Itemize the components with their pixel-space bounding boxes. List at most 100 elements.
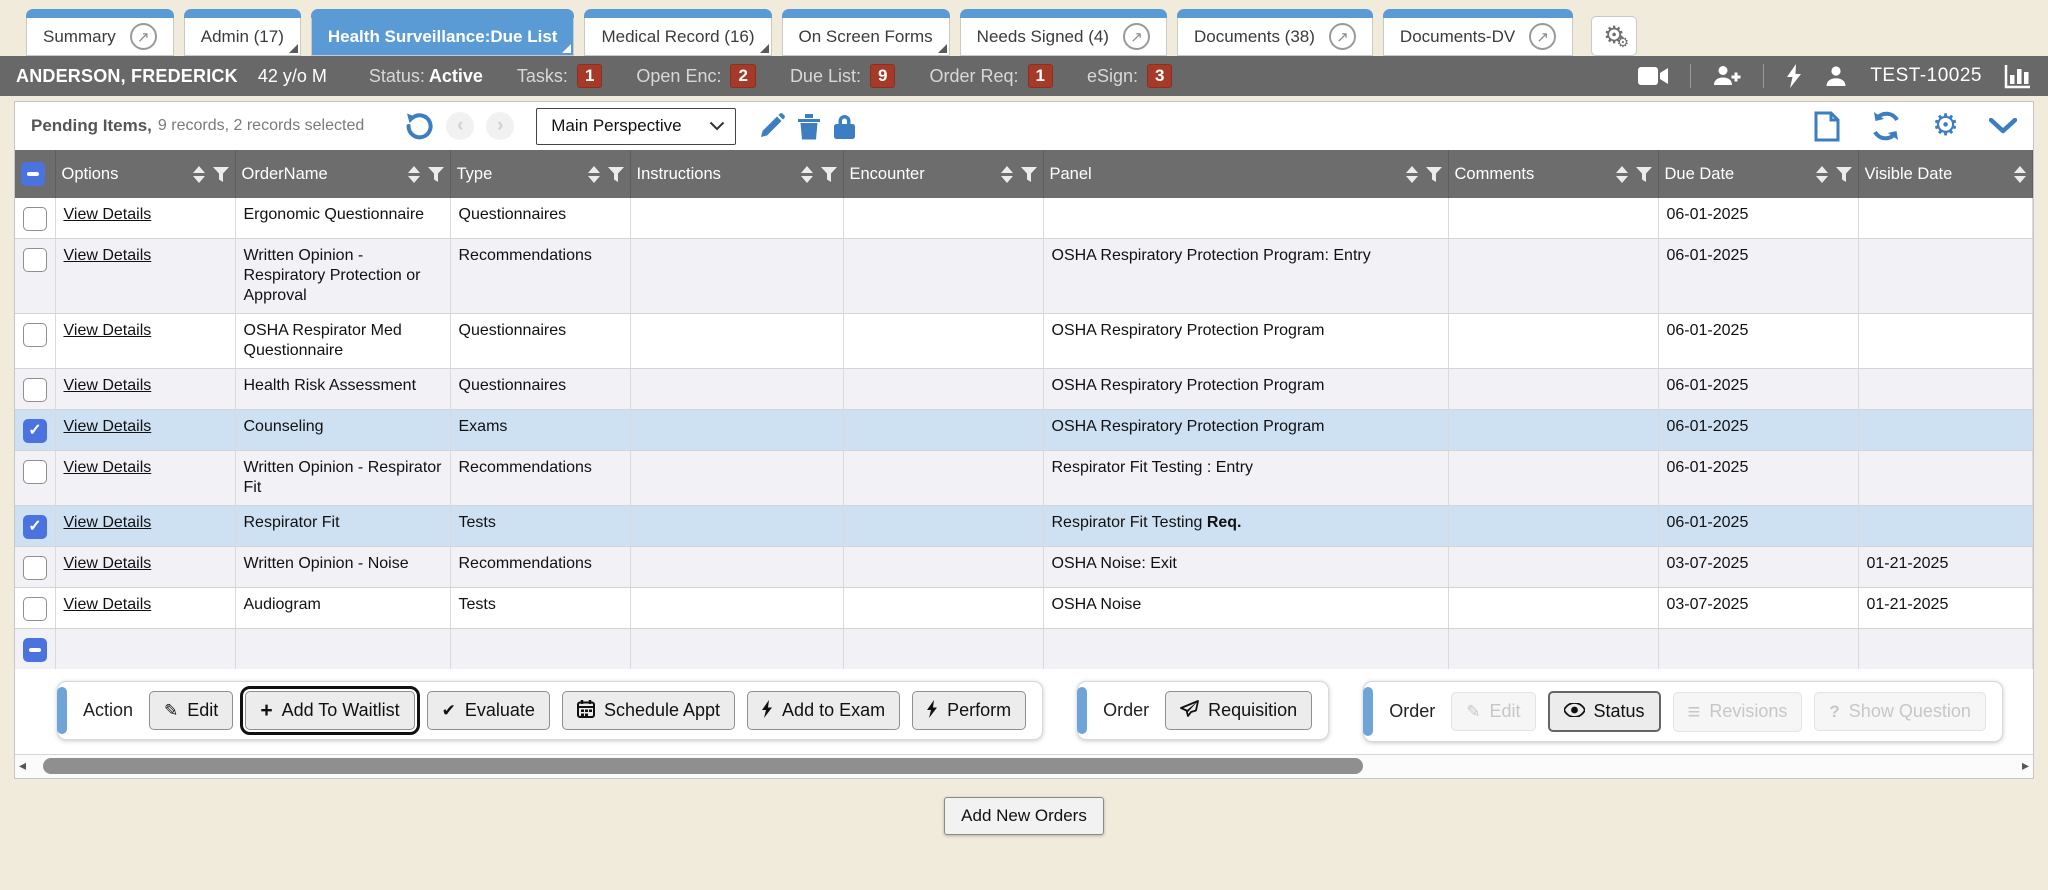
order-edit-button[interactable]: ✎ Edit: [1451, 692, 1535, 731]
schedule-appt-button[interactable]: Schedule Appt: [562, 691, 735, 730]
view-details-link[interactable]: View Details: [64, 514, 152, 531]
row-checkbox[interactable]: [23, 378, 47, 402]
show-question-button[interactable]: ? Show Question: [1814, 692, 1985, 731]
popout-icon[interactable]: ↗: [1529, 23, 1556, 50]
row-checkbox[interactable]: [23, 460, 47, 484]
scrollbar-thumb[interactable]: [43, 758, 1363, 774]
status-button[interactable]: Status: [1548, 691, 1661, 732]
select-all-checkbox-bottom[interactable]: [23, 638, 47, 662]
prev-perspective-icon[interactable]: ‹: [446, 112, 474, 140]
chart-icon[interactable]: [2004, 63, 2032, 89]
cell-encounter: [843, 588, 1043, 629]
divider: [1690, 64, 1691, 88]
edit-perspective-icon[interactable]: [758, 113, 785, 140]
tasks-badge[interactable]: 1: [577, 64, 602, 88]
edit-button[interactable]: ✎ Edit: [149, 691, 233, 730]
tab-on-screen-forms[interactable]: On Screen Forms: [782, 9, 950, 56]
row-checkbox[interactable]: [23, 419, 47, 443]
tab-corner-menu-icon[interactable]: [289, 44, 298, 53]
collapse-chevron-icon[interactable]: [1989, 118, 2017, 134]
tab-documents[interactable]: Documents (38) ↗: [1177, 9, 1373, 56]
sort-icon[interactable]: [588, 166, 600, 183]
row-checkbox[interactable]: [23, 207, 47, 231]
filter-icon[interactable]: [1021, 167, 1037, 182]
requisition-button[interactable]: Requisition: [1165, 691, 1312, 730]
filter-icon[interactable]: [1426, 167, 1442, 182]
sort-icon[interactable]: [1816, 166, 1828, 183]
grid-settings-gear-icon[interactable]: ⚙: [1932, 111, 1959, 141]
tab-documents-dv[interactable]: Documents-DV ↗: [1383, 9, 1573, 56]
tab-corner-menu-icon[interactable]: [760, 44, 769, 53]
table-row: View Details Audiogram Tests OSHA Noise …: [15, 588, 2033, 629]
filter-icon[interactable]: [1836, 167, 1852, 182]
tab-admin[interactable]: Admin (17): [184, 9, 301, 56]
row-checkbox[interactable]: [23, 556, 47, 580]
add-to-waitlist-button[interactable]: + Add To Waitlist: [245, 691, 414, 730]
cell-comments: [1448, 314, 1658, 369]
scroll-right-icon[interactable]: ▸: [2022, 757, 2029, 774]
filter-icon[interactable]: [213, 167, 229, 182]
perform-button[interactable]: Perform: [912, 691, 1026, 730]
add-new-orders-button[interactable]: Add New Orders: [944, 797, 1104, 835]
row-checkbox[interactable]: [23, 248, 47, 272]
view-details-link[interactable]: View Details: [64, 206, 152, 223]
revisions-button[interactable]: ≡ Revisions: [1673, 692, 1803, 732]
order-req-badge[interactable]: 1: [1028, 64, 1053, 88]
sort-icon[interactable]: [1406, 166, 1418, 183]
select-all-checkbox[interactable]: [21, 162, 45, 186]
popout-icon[interactable]: ↗: [1123, 23, 1150, 50]
user-icon[interactable]: [1824, 64, 1848, 88]
row-checkbox[interactable]: [23, 323, 47, 347]
scroll-left-icon[interactable]: ◂: [19, 757, 26, 774]
cell-encounter: [843, 451, 1043, 506]
sort-icon[interactable]: [801, 166, 813, 183]
popout-icon[interactable]: ↗: [1329, 23, 1356, 50]
popout-icon[interactable]: ↗: [130, 23, 157, 50]
lock-icon[interactable]: [833, 113, 856, 140]
due-list-badge[interactable]: 9: [870, 64, 895, 88]
filter-icon[interactable]: [608, 167, 624, 182]
add-to-exam-button[interactable]: Add to Exam: [747, 691, 900, 730]
view-details-link[interactable]: View Details: [64, 596, 152, 613]
tab-settings-button[interactable]: ⚙ ⚙: [1591, 16, 1637, 56]
cell-panel: OSHA Noise: Exit: [1043, 547, 1448, 588]
horizontal-scrollbar[interactable]: ◂ ▸: [15, 754, 2033, 778]
perspective-select[interactable]: Main Perspective: [536, 108, 736, 145]
open-enc-badge[interactable]: 2: [730, 64, 755, 88]
sort-icon[interactable]: [1001, 166, 1013, 183]
undo-icon[interactable]: [404, 111, 434, 141]
sort-icon[interactable]: [193, 166, 205, 183]
view-details-link[interactable]: View Details: [64, 418, 152, 435]
quick-action-bolt-icon[interactable]: [1786, 64, 1802, 88]
video-call-icon[interactable]: [1638, 65, 1668, 87]
tab-summary[interactable]: Summary ↗: [26, 9, 174, 56]
new-document-icon[interactable]: [1814, 111, 1840, 142]
refresh-icon[interactable]: [1870, 111, 1902, 141]
esign-badge[interactable]: 3: [1147, 64, 1172, 88]
tab-corner-menu-icon[interactable]: [562, 44, 571, 53]
evaluate-button[interactable]: ✔ Evaluate: [427, 691, 550, 730]
filter-icon[interactable]: [821, 167, 837, 182]
view-details-link[interactable]: View Details: [64, 555, 152, 572]
delete-perspective-icon[interactable]: [797, 113, 821, 140]
tab-needs-signed[interactable]: Needs Signed (4) ↗: [960, 9, 1167, 56]
row-checkbox[interactable]: [23, 515, 47, 539]
filter-icon[interactable]: [428, 167, 444, 182]
view-details-link[interactable]: View Details: [64, 377, 152, 394]
view-details-link[interactable]: View Details: [64, 322, 152, 339]
sort-icon[interactable]: [1616, 166, 1628, 183]
view-details-link[interactable]: View Details: [64, 459, 152, 476]
counter-label: Due List:: [790, 66, 861, 87]
filter-icon[interactable]: [1636, 167, 1652, 182]
view-details-link[interactable]: View Details: [64, 247, 152, 264]
tab-medical-record[interactable]: Medical Record (16): [584, 9, 771, 56]
cell-visible-date: [1858, 451, 2033, 506]
add-person-icon[interactable]: [1713, 64, 1741, 88]
sort-icon[interactable]: [408, 166, 420, 183]
cell-panel: Respirator Fit Testing Req.: [1043, 506, 1448, 547]
next-perspective-icon[interactable]: ›: [486, 112, 514, 140]
tab-health-surveillance-due-list[interactable]: Health Surveillance:Due List: [311, 9, 575, 56]
row-checkbox[interactable]: [23, 597, 47, 621]
sort-icon[interactable]: [2014, 166, 2026, 183]
tab-corner-menu-icon[interactable]: [938, 44, 947, 53]
